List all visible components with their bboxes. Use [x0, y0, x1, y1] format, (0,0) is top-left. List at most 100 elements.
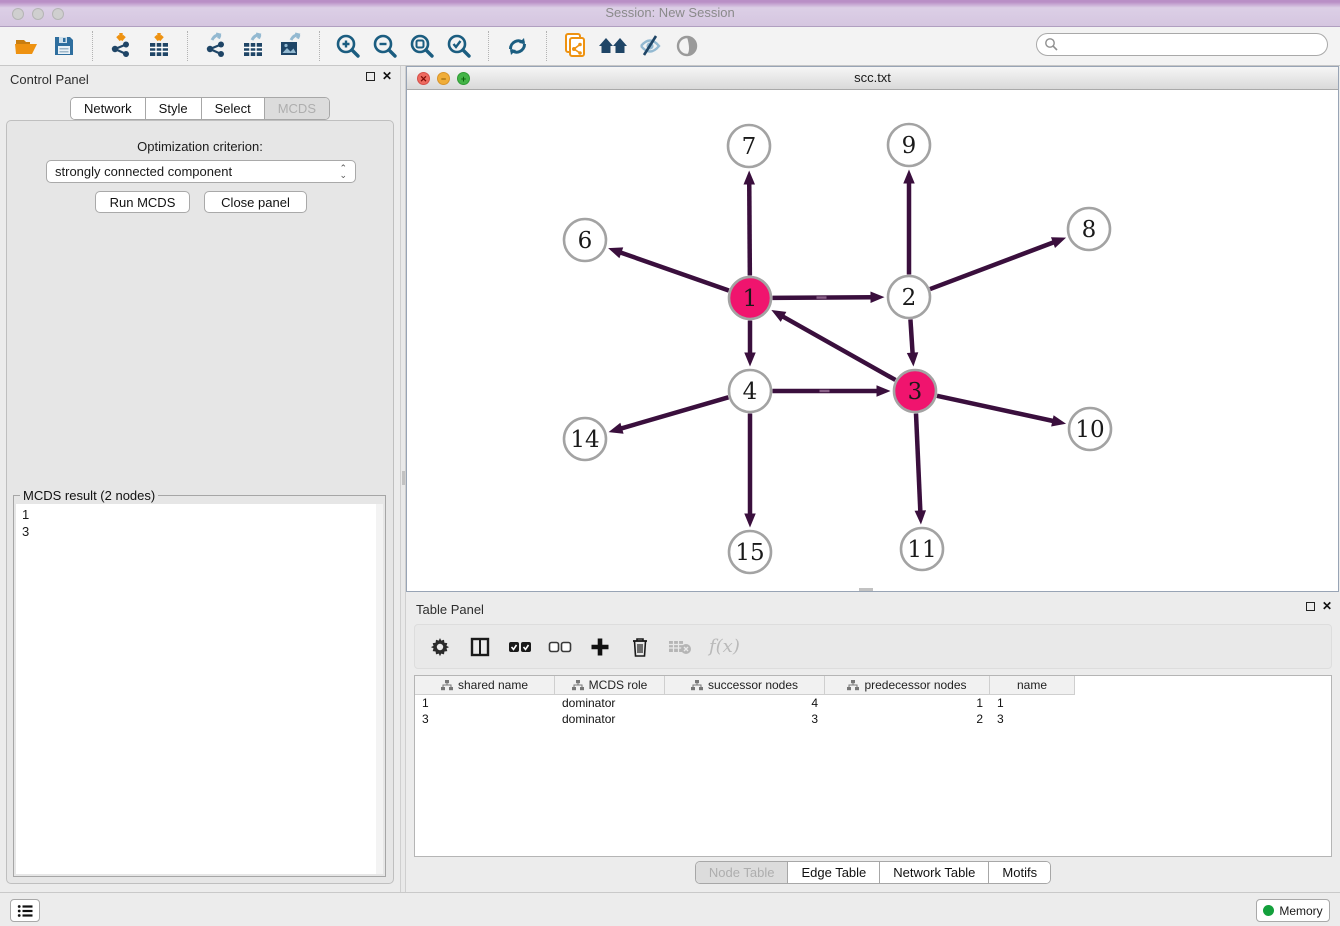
zoom-fit-icon[interactable]	[404, 28, 441, 64]
search-field[interactable]	[1036, 33, 1328, 56]
zoom-selected-icon[interactable]	[441, 28, 478, 64]
node-11[interactable]: 11	[901, 528, 943, 570]
tab-node-table[interactable]: Node Table	[696, 862, 788, 883]
export-image-icon[interactable]	[272, 28, 309, 64]
search-input[interactable]	[1059, 36, 1327, 54]
hide-selected-icon[interactable]	[631, 28, 668, 64]
column-header-MCDS-role[interactable]: MCDS role	[555, 676, 665, 695]
delete-row-trash-icon[interactable]	[627, 634, 653, 660]
export-network-icon[interactable]	[198, 28, 235, 64]
node-6[interactable]: 6	[564, 219, 606, 261]
column-header-shared-name[interactable]: shared name	[415, 676, 555, 695]
memory-button[interactable]: Memory	[1256, 899, 1330, 922]
home-icon[interactable]	[594, 28, 631, 64]
float-panel-icon[interactable]	[1306, 602, 1315, 611]
table-cell: 1	[415, 695, 555, 711]
edge-2-8[interactable]	[930, 242, 1055, 289]
edge-1-6[interactable]	[619, 252, 728, 290]
table-cell: 1	[990, 695, 1075, 711]
node-14[interactable]: 14	[564, 418, 606, 460]
column-header-successor-nodes[interactable]: successor nodes	[665, 676, 825, 695]
optimization-criterion-value: strongly connected component	[55, 164, 232, 179]
svg-text:14: 14	[570, 427, 599, 453]
network-canvas[interactable]: 1 2 3 4 6 7 8 9 10 11 14 15	[407, 90, 1338, 591]
node-9[interactable]: 9	[888, 124, 930, 166]
maximize-network-icon[interactable]: +	[457, 72, 470, 85]
node-table[interactable]: shared nameMCDS rolesuccessor nodesprede…	[414, 675, 1332, 857]
minimize-network-icon[interactable]: −	[437, 72, 450, 85]
result-scrollbar[interactable]	[376, 504, 383, 874]
search-icon	[1044, 37, 1059, 52]
float-panel-icon[interactable]	[366, 72, 375, 81]
close-window-icon[interactable]	[12, 8, 24, 20]
tab-mcds[interactable]: MCDS	[264, 98, 329, 119]
select-all-columns-icon[interactable]	[507, 634, 533, 660]
export-table-icon[interactable]	[235, 28, 272, 64]
optimization-criterion-select[interactable]: strongly connected component ⌃⌄	[46, 160, 356, 183]
node-1[interactable]: 1	[729, 277, 771, 319]
divider-grip[interactable]	[402, 471, 405, 485]
tab-motifs[interactable]: Motifs	[988, 862, 1050, 883]
table-row[interactable]: 1dominator411	[415, 695, 1331, 711]
create-column-plus-icon[interactable]	[587, 634, 613, 660]
table-cell: 3	[415, 711, 555, 727]
divider-grip[interactable]	[859, 588, 873, 591]
show-all-icon[interactable]	[668, 28, 705, 64]
table-tabs: Node TableEdge TableNetwork TableMotifs	[695, 861, 1051, 884]
table-options-gear-icon[interactable]	[427, 634, 453, 660]
network-overview-icon[interactable]	[557, 28, 594, 64]
zoom-out-icon[interactable]	[367, 28, 404, 64]
node-3[interactable]: 3	[894, 370, 936, 412]
edge-4-14[interactable]	[620, 397, 728, 429]
svg-text:2: 2	[902, 285, 917, 311]
node-10[interactable]: 10	[1069, 408, 1111, 450]
minimize-window-icon[interactable]	[32, 8, 44, 20]
import-network-icon[interactable]	[103, 28, 140, 64]
table-row[interactable]: 3dominator323	[415, 711, 1331, 727]
table-cell: 2	[825, 711, 990, 727]
delete-column-icon[interactable]	[667, 634, 693, 660]
node-15[interactable]: 15	[729, 531, 771, 573]
network-window-titlebar[interactable]: ✕ − + scc.txt	[407, 67, 1338, 90]
apply-layout-icon[interactable]	[499, 28, 536, 64]
mcds-result-text[interactable]: 1 3	[16, 504, 383, 874]
column-header-predecessor-nodes[interactable]: predecessor nodes	[825, 676, 990, 695]
table-cell: 1	[825, 695, 990, 711]
close-panel-button[interactable]: Close panel	[204, 191, 307, 213]
tab-style[interactable]: Style	[145, 98, 201, 119]
edge-3-1[interactable]	[782, 316, 896, 380]
node-2[interactable]: 2	[888, 276, 930, 318]
node-8[interactable]: 8	[1068, 208, 1110, 250]
open-session-icon[interactable]	[8, 28, 45, 64]
arrowhead-4-15	[744, 514, 756, 528]
main-toolbar	[0, 27, 1340, 66]
edge-2-3[interactable]	[910, 319, 912, 354]
arrowhead-2-8	[1051, 237, 1066, 248]
edge-3-11[interactable]	[916, 413, 920, 512]
unselect-all-columns-icon[interactable]	[547, 634, 573, 660]
control-panel: Control Panel ✕ NetworkStyleSelectMCDS O…	[0, 66, 400, 892]
tab-select[interactable]: Select	[201, 98, 264, 119]
tab-network[interactable]: Network	[71, 98, 145, 119]
network-window: ✕ − + scc.txt 1 2 3 4 6 7 8 9 10 11 14 15	[406, 66, 1339, 592]
close-panel-icon[interactable]: ✕	[382, 71, 392, 81]
function-builder-fx-icon[interactable]: f(x)	[709, 636, 740, 657]
svg-text:15: 15	[735, 540, 764, 566]
zoom-window-icon[interactable]	[52, 8, 64, 20]
node-7[interactable]: 7	[728, 125, 770, 167]
close-panel-icon[interactable]: ✕	[1322, 601, 1332, 611]
save-session-icon[interactable]	[45, 28, 82, 64]
edge-1-7[interactable]	[749, 182, 750, 275]
run-mcds-button[interactable]: Run MCDS	[95, 191, 190, 213]
close-network-icon[interactable]: ✕	[417, 72, 430, 85]
task-history-button[interactable]	[10, 899, 40, 922]
edge-3-10[interactable]	[937, 396, 1054, 421]
column-header-name[interactable]: name	[990, 676, 1075, 695]
zoom-in-icon[interactable]	[330, 28, 367, 64]
memory-label: Memory	[1279, 904, 1322, 918]
import-table-icon[interactable]	[140, 28, 177, 64]
tab-network-table[interactable]: Network Table	[879, 862, 988, 883]
show-column-icon[interactable]	[467, 634, 493, 660]
node-4[interactable]: 4	[729, 370, 771, 412]
tab-edge-table[interactable]: Edge Table	[787, 862, 879, 883]
